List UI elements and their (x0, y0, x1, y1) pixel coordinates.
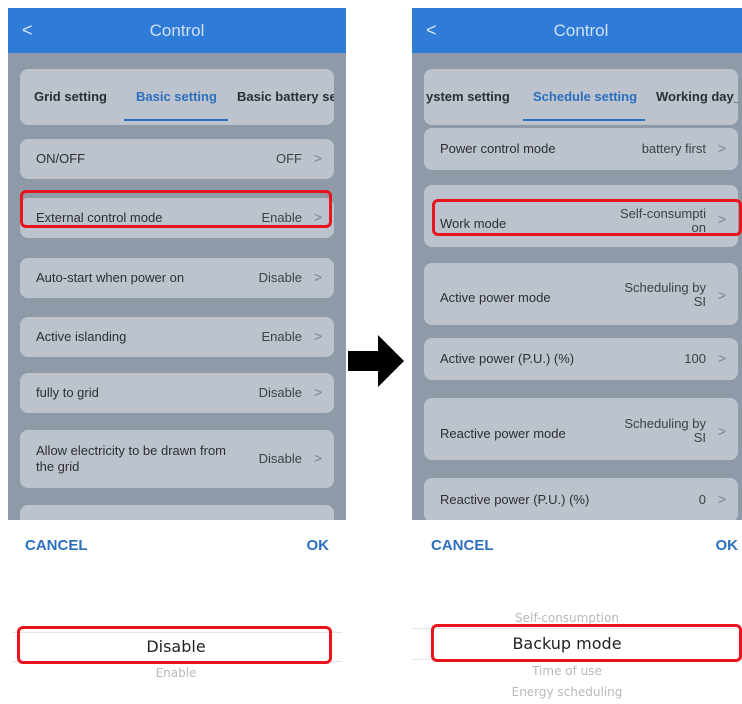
row-label: Allow electricity to be drawn from the g… (36, 443, 227, 474)
tab-working-day[interactable]: Working day_ (656, 89, 738, 104)
chevron-right-icon: > (313, 269, 322, 285)
tab-basic-battery-setting[interactable]: Basic battery sett (237, 89, 334, 104)
highlight-backup-mode-option (431, 624, 742, 662)
chevron-right-icon: > (717, 140, 726, 156)
app-bar: < Control (8, 8, 346, 53)
setting-row-auto-start[interactable]: Auto-start when power on Disable > (20, 258, 334, 298)
row-value: Scheduling by SI (624, 280, 706, 309)
row-label: Reactive power mode (440, 426, 566, 441)
setting-row-allow-draw-from-grid[interactable]: Allow electricity to be drawn from the g… (20, 430, 334, 488)
cancel-button[interactable]: CANCEL (25, 537, 88, 554)
row-label: Reactive power (P.U.) (%) (440, 492, 590, 507)
dialog-footer: CANCEL OK (8, 520, 346, 573)
settings-content: ystem setting Schedule setting Working d… (412, 53, 742, 520)
setting-row-reactive-power-mode[interactable]: Reactive power mode Scheduling by SI > (424, 398, 738, 460)
cancel-button[interactable]: CANCEL (431, 537, 494, 554)
highlight-disable-option (17, 626, 332, 664)
right-phone-screen: < Control ystem setting Schedule setting… (412, 8, 742, 573)
ok-button[interactable]: OK (307, 537, 330, 554)
picker-option[interactable]: Self-consumption (412, 611, 722, 625)
setting-row-active-power[interactable]: Active power (P.U.) (%) 100 > (424, 338, 738, 380)
chevron-right-icon: > (717, 287, 726, 303)
row-label: fully to grid (36, 385, 99, 400)
chevron-right-icon: > (313, 450, 322, 466)
setting-row-active-islanding[interactable]: Active islanding Enable > (20, 317, 334, 357)
chevron-right-icon: > (313, 384, 322, 400)
picker-option[interactable]: Enable (20, 666, 332, 680)
setting-row-fully-to-grid[interactable]: fully to grid Disable > (20, 373, 334, 413)
row-value: Disable (258, 451, 302, 466)
tab-system-setting[interactable]: ystem setting (426, 89, 510, 104)
row-value: 0 (698, 492, 706, 507)
page-title: Control (553, 21, 609, 40)
dialog-footer: CANCEL OK (412, 520, 742, 573)
setting-row-power-control-mode[interactable]: Power control mode battery first > (424, 128, 738, 170)
row-label: Active power (P.U.) (%) (440, 351, 575, 366)
chevron-right-icon: > (717, 491, 726, 507)
page-title: Control (149, 21, 205, 40)
row-value: battery first (641, 141, 706, 156)
setting-row-reactive-power[interactable]: Reactive power (P.U.) (%) 0 > (424, 478, 738, 520)
tab-schedule-setting[interactable]: Schedule setting (533, 89, 637, 104)
setting-row-active-power-mode[interactable]: Active power mode Scheduling by SI > (424, 263, 738, 325)
row-label: Auto-start when power on (36, 270, 185, 285)
row-label: Active islanding (36, 329, 127, 344)
row-value: OFF (276, 151, 302, 166)
row-label: ON/OFF (36, 151, 86, 166)
row-value: Enable (261, 329, 302, 344)
chevron-right-icon: > (717, 423, 726, 439)
ok-button[interactable]: OK (716, 537, 739, 554)
arrow-right-icon (348, 335, 404, 387)
app-bar: < Control (412, 8, 742, 53)
row-value: Disable (258, 385, 302, 400)
chevron-right-icon: > (717, 350, 726, 366)
highlight-external-control-mode (20, 190, 332, 228)
tab-bar: ystem setting Schedule setting Working d… (424, 69, 738, 125)
chevron-right-icon: > (313, 328, 322, 344)
row-value: Disable (258, 270, 302, 285)
tab-bar: Grid setting Basic setting Basic battery… (20, 69, 334, 125)
row-label: Active power mode (440, 290, 551, 305)
row-value: Scheduling by SI (624, 416, 706, 445)
active-tab-indicator (523, 119, 645, 121)
highlight-work-mode (432, 199, 742, 236)
left-phone-screen: < Control Grid setting Basic setting Bas… (8, 8, 346, 573)
picker-option[interactable]: Energy scheduling (412, 685, 722, 699)
tab-grid-setting[interactable]: Grid setting (34, 89, 107, 104)
chevron-right-icon: > (313, 150, 322, 166)
row-label: Power control mode (440, 141, 556, 156)
settings-content: Grid setting Basic setting Basic battery… (8, 53, 346, 520)
active-tab-indicator (124, 119, 228, 121)
setting-row-partial (20, 505, 334, 520)
picker-option[interactable]: Time of use (412, 664, 722, 678)
setting-row-on-off[interactable]: ON/OFF OFF > (20, 139, 334, 179)
tab-basic-setting[interactable]: Basic setting (136, 89, 217, 104)
row-value: 100 (684, 351, 706, 366)
